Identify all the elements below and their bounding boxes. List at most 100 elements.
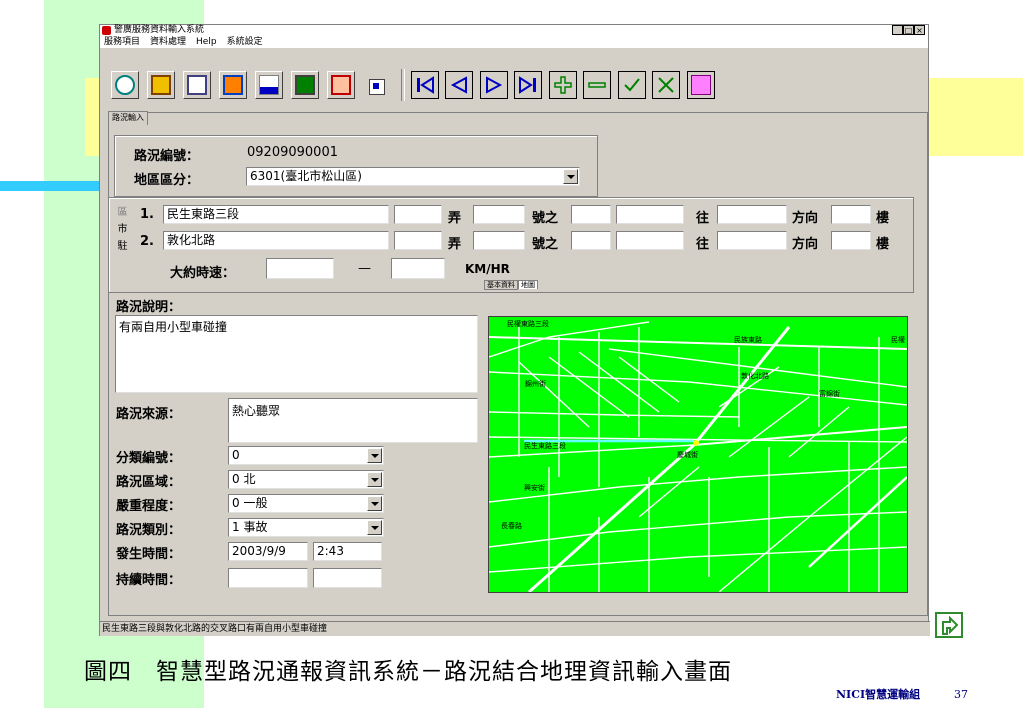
confirm-button[interactable] bbox=[618, 71, 646, 99]
next-icon bbox=[486, 76, 503, 94]
row2-subnumber-input[interactable] bbox=[571, 231, 611, 250]
menu-system-settings[interactable]: 系統設定 bbox=[227, 37, 263, 47]
side-button-column: 區 市 駐 bbox=[114, 204, 131, 256]
side-button-district[interactable]: 區 bbox=[114, 204, 131, 221]
category-select[interactable]: 0 bbox=[228, 446, 384, 465]
row1-toward-input[interactable] bbox=[717, 205, 787, 224]
speed-min-input[interactable] bbox=[266, 258, 334, 279]
row1-extra-input[interactable] bbox=[616, 205, 684, 224]
map-view[interactable]: 民權東路三段 民族東路 錦州街 敦化北路 富錦街 民生東路三段 慶城街 興安街 … bbox=[488, 316, 908, 593]
next-record-button[interactable] bbox=[480, 71, 508, 99]
map-label-changchun: 長春路 bbox=[501, 522, 522, 530]
chart-button[interactable] bbox=[255, 71, 283, 99]
return-button[interactable] bbox=[935, 612, 963, 638]
add-record-button[interactable] bbox=[549, 71, 577, 99]
side-button-city[interactable]: 市 bbox=[114, 221, 131, 238]
severity-select-value: 0 一般 bbox=[232, 496, 268, 510]
side-button-station[interactable]: 駐 bbox=[114, 238, 131, 255]
chevron-down-icon[interactable] bbox=[563, 169, 578, 184]
map-label-fujin: 富錦街 bbox=[819, 390, 840, 398]
first-record-button[interactable] bbox=[411, 71, 439, 99]
chart-icon bbox=[259, 75, 279, 95]
x-icon bbox=[658, 77, 674, 93]
previous-icon bbox=[450, 76, 467, 94]
date-input[interactable]: 2003/9/9 bbox=[228, 542, 308, 561]
sync-button[interactable] bbox=[687, 71, 715, 99]
row2-section-input[interactable] bbox=[394, 231, 442, 250]
refresh-button[interactable] bbox=[111, 71, 139, 99]
printer-icon bbox=[187, 75, 207, 95]
small-blue-button[interactable] bbox=[369, 79, 385, 95]
road-id-value: 09209090001 bbox=[247, 145, 338, 160]
row2-direction-label: 方向 bbox=[792, 237, 819, 252]
slide-cyan-bar bbox=[0, 181, 100, 191]
back-button[interactable] bbox=[219, 71, 247, 99]
row2-floor-input[interactable] bbox=[831, 231, 871, 250]
region-label: 路況區域： bbox=[116, 475, 182, 490]
map-label-xingan: 興安街 bbox=[524, 484, 545, 492]
row2-lane-input[interactable] bbox=[473, 231, 525, 250]
row1-floor-input[interactable] bbox=[831, 205, 871, 224]
app-icon bbox=[102, 26, 111, 35]
close-button[interactable]: × bbox=[914, 25, 925, 35]
district-select[interactable]: 6301(臺北市松山區) bbox=[246, 167, 580, 186]
severity-label: 嚴重程度： bbox=[116, 499, 182, 514]
region-select-value: 0 北 bbox=[232, 472, 256, 486]
type-select-value: 1 事故 bbox=[232, 520, 268, 534]
chevron-down-icon[interactable] bbox=[367, 496, 382, 511]
edit-record-button[interactable] bbox=[147, 71, 175, 99]
row2-lane-label: 弄 bbox=[448, 237, 462, 252]
row1-road-input[interactable]: 民生東路三段 bbox=[163, 205, 389, 224]
incident-marker bbox=[693, 440, 699, 446]
monitor-button[interactable] bbox=[291, 71, 319, 99]
district-select-value: 6301(臺北市松山區) bbox=[250, 169, 362, 183]
tab-road-input[interactable]: 路況輸入 bbox=[108, 111, 148, 125]
refresh-icon bbox=[115, 75, 135, 95]
menu-help[interactable]: Help bbox=[196, 37, 217, 47]
source-label: 路況來源： bbox=[116, 407, 182, 422]
row1-section-input[interactable] bbox=[394, 205, 442, 224]
row2-toward-input[interactable] bbox=[717, 231, 787, 250]
tab-map[interactable]: 地圖 bbox=[518, 280, 538, 289]
row2-extra-input[interactable] bbox=[616, 231, 684, 250]
last-icon bbox=[519, 76, 536, 94]
tab-basic-data[interactable]: 基本資料 bbox=[484, 280, 518, 290]
row1-subnumber-input[interactable] bbox=[571, 205, 611, 224]
clock-input[interactable]: 2:43 bbox=[313, 542, 382, 561]
category-select-value: 0 bbox=[232, 448, 240, 462]
square-icon bbox=[373, 83, 379, 89]
desc-textarea[interactable]: 有兩自用小型車碰撞 bbox=[115, 315, 478, 393]
chevron-down-icon[interactable] bbox=[367, 520, 382, 535]
source-input[interactable]: 熱心聽眾 bbox=[228, 398, 478, 443]
menu-data-processing[interactable]: 資料處理 bbox=[150, 37, 186, 47]
severity-select[interactable]: 0 一般 bbox=[228, 494, 384, 513]
district-label: 地區區分： bbox=[134, 173, 200, 188]
row1-direction-label: 方向 bbox=[792, 211, 819, 226]
chevron-down-icon[interactable] bbox=[367, 448, 382, 463]
minus-icon bbox=[588, 82, 606, 88]
duration-input-2[interactable] bbox=[313, 568, 382, 588]
delete-record-button[interactable] bbox=[583, 71, 611, 99]
maximize-button[interactable]: □ bbox=[903, 25, 914, 35]
type-select[interactable]: 1 事故 bbox=[228, 518, 384, 537]
menu-service-items[interactable]: 服務項目 bbox=[104, 37, 140, 47]
last-record-button[interactable] bbox=[514, 71, 542, 99]
speed-max-input[interactable] bbox=[391, 258, 445, 279]
toolbar-separator bbox=[401, 69, 405, 101]
print-button[interactable] bbox=[183, 71, 211, 99]
duration-input-1[interactable] bbox=[228, 568, 308, 588]
cancel-button[interactable] bbox=[652, 71, 680, 99]
organization-label: NICI智慧運輸組 bbox=[836, 688, 921, 701]
row1-lane-input[interactable] bbox=[473, 205, 525, 224]
minimize-button[interactable]: _ bbox=[892, 25, 903, 35]
region-select[interactable]: 0 北 bbox=[228, 470, 384, 489]
row2-road-input[interactable]: 敦化北路 bbox=[163, 231, 389, 250]
road-id-label: 路況編號： bbox=[134, 149, 200, 164]
news-button[interactable] bbox=[327, 71, 355, 99]
chevron-down-icon[interactable] bbox=[367, 472, 382, 487]
previous-record-button[interactable] bbox=[445, 71, 473, 99]
menu-bar: 服務項目 資料處理 Help 系統設定 bbox=[100, 36, 928, 48]
street-map bbox=[489, 321, 907, 592]
row2-floor-label: 樓 bbox=[876, 237, 890, 252]
return-arrow-icon bbox=[942, 615, 959, 635]
